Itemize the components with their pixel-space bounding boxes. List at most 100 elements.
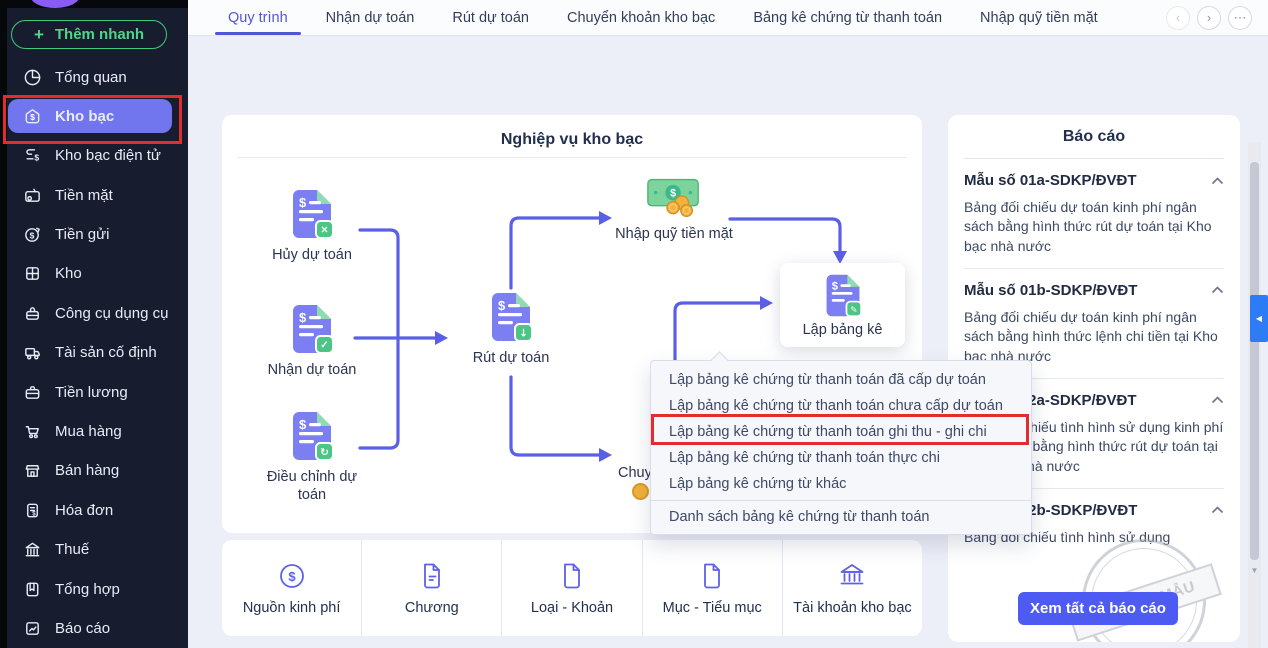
flow-node-dieu-chinh-du-toan[interactable]: ↻ Điều chỉnh dự toán (252, 410, 372, 504)
chart-icon (26, 622, 39, 635)
tab-nav-buttons: ‹ › ⋯ (1166, 5, 1268, 30)
sidebar-item-bao-cao[interactable]: Báo cáo (0, 609, 188, 648)
sidebar-item-hoa-don[interactable]: $ Hóa đơn (0, 491, 188, 530)
tabs-scroll-right-icon[interactable]: › (1197, 5, 1221, 30)
warehouse-icon (26, 267, 39, 280)
shortcut-nguon-kinh-phi[interactable]: $ Nguồn kinh phí (222, 540, 363, 636)
flow-node-rut-du-toan[interactable]: ↓ Rút dự toán (456, 291, 566, 367)
sidebar-item-label: Bán hàng (55, 462, 120, 479)
menu-item-thuc-chi[interactable]: Lập bảng kê chứng từ thanh toán thực chi (651, 445, 1031, 471)
menu-item-chua-cap-du-toan[interactable]: Lập bảng kê chứng từ thanh toán chưa cấp… (651, 393, 1031, 419)
flow-node-nhan-du-toan[interactable]: ✓ Nhận dự toán (257, 303, 367, 379)
sidebar-item-mua-hang[interactable]: Mua hàng (0, 412, 188, 451)
invoice-icon: $ (27, 503, 38, 518)
svg-text:×: × (321, 223, 328, 237)
cart-icon (25, 426, 39, 439)
quick-add-button[interactable]: + Thêm nhanh (11, 20, 167, 49)
sidebar-item-tien-gui[interactable]: $ Tiền gửi (0, 215, 188, 254)
lap-bang-ke-context-menu: Lập bảng kê chứng từ thanh toán đã cấp d… (650, 360, 1032, 535)
toolbox-icon (26, 307, 39, 320)
briefcase-icon (25, 386, 40, 399)
menu-item-danh-sach[interactable]: Danh sách bảng kê chứng từ thanh toán (651, 504, 1031, 530)
sidebar-item-kho[interactable]: Kho (0, 254, 188, 293)
bank-icon (841, 563, 864, 584)
sidebar-item-thue[interactable]: Thuế (0, 530, 188, 569)
tabs-scroll-left-icon[interactable]: ‹ (1166, 5, 1190, 30)
tab-quy-trinh[interactable]: Quy trình (215, 10, 301, 35)
view-all-reports-button[interactable]: Xem tất cả báo cáo (1018, 592, 1178, 625)
menu-item-ghi-thu-ghi-chi[interactable]: Lập bảng kê chứng từ thanh toán ghi thu … (651, 419, 1031, 445)
flow-node-label: Điều chỉnh dự toán (266, 469, 358, 504)
report-item-01a: Mẫu số 01a-SDKP/ĐVĐT Bảng đối chiếu dự t… (964, 159, 1224, 269)
shortcut-label: Tài khoản kho bạc (793, 599, 912, 616)
sidebar-item-label: Kho bạc (55, 107, 115, 125)
scroll-down-arrow-icon[interactable]: ▼ (1250, 566, 1259, 575)
svg-text:$: $ (670, 188, 676, 200)
chevron-up-icon[interactable] (1211, 396, 1224, 404)
sidebar-item-tai-san-co-dinh[interactable]: Tài sản cố định (0, 333, 188, 372)
sidebar-item-label: Báo cáo (55, 620, 111, 637)
document-lines-icon (423, 563, 440, 588)
shortcut-label: Mục - Tiểu mục (662, 599, 762, 616)
sidebar-item-tong-hop[interactable]: Tổng hợp (0, 570, 188, 609)
shortcut-muc-tieu-muc[interactable]: Mục - Tiểu mục (643, 540, 783, 636)
chevron-up-icon[interactable] (1211, 176, 1224, 185)
sidebar-item-tien-mat[interactable]: Tiền mặt (0, 176, 188, 215)
chevron-up-icon[interactable] (1211, 286, 1224, 294)
sidebar-item-label: Mua hàng (55, 423, 122, 440)
flow-node-huy-du-toan[interactable]: × Hủy dự toán (257, 188, 367, 264)
tabs-more-icon[interactable]: ⋯ (1228, 5, 1252, 30)
document-icon (704, 563, 721, 588)
tab-nhan-du-toan[interactable]: Nhận dự toán (326, 10, 415, 26)
tab-nhap-quy-tien-mat[interactable]: Nhập quỹ tiền mặt (980, 10, 1098, 26)
sidebar-item-tien-luong[interactable]: Tiền lương (0, 373, 188, 412)
quick-add-label: Thêm nhanh (54, 26, 145, 43)
sidebar-item-kho-bac-dien-tu[interactable]: $ Kho bạc điện tử (0, 136, 188, 175)
sidebar-item-label: Tiền mặt (55, 187, 113, 204)
sidebar-item-cong-cu-dung-cu[interactable]: Công cụ dụng cụ (0, 294, 188, 333)
report-code: Mẫu số 01a-SDKP/ĐVĐT (964, 172, 1137, 189)
sidebar-item-label: Hóa đơn (55, 502, 114, 519)
flow-title-divider (237, 157, 907, 158)
sidebar-item-label: Tài sản cố định (55, 344, 157, 361)
sidebar-item-kho-bac[interactable]: $ Kho bạc (8, 99, 172, 133)
report-code-row[interactable]: Mẫu số 01a-SDKP/ĐVĐT (964, 172, 1224, 189)
sidebar-item-ban-hang[interactable]: Bán hàng (0, 451, 188, 490)
menu-item-chung-tu-khac[interactable]: Lập bảng kê chứng từ khác (651, 471, 1031, 497)
sidebar-item-label: Tổng hợp (55, 581, 120, 598)
truck-icon (25, 347, 40, 360)
tab-chuyen-khoan-kho-bac[interactable]: Chuyển khoản kho bạc (567, 10, 715, 26)
tab-bang-ke-chung-tu[interactable]: Bảng kê chứng từ thanh toán (753, 10, 942, 26)
menu-divider (651, 500, 1031, 501)
flow-node-label: Hủy dự toán (272, 247, 352, 263)
flow-node-lap-bang-ke[interactable]: ✎ Lập bảng kê (780, 263, 905, 347)
sidebar-item-tong-quan[interactable]: Tổng quan (0, 58, 188, 97)
svg-text:↓: ↓ (519, 328, 528, 340)
svg-text:✓: ✓ (320, 340, 328, 351)
sidebar-item-label: Tổng quan (55, 69, 127, 86)
chevron-up-icon[interactable] (1211, 506, 1224, 514)
report-code: Mẫu số 01b-SDKP/ĐVĐT (964, 281, 1138, 299)
treasury-icon: $ (25, 108, 40, 123)
document-download-icon: ↓ (488, 291, 533, 342)
wallet-icon (25, 188, 40, 202)
sidebar-item-label: Thuế (55, 541, 90, 558)
store-icon (25, 465, 40, 477)
sidebar-top-strip (0, 0, 188, 8)
shortcut-loai-khoan[interactable]: Loại - Khoản (502, 540, 643, 636)
shortcut-chuong[interactable]: Chương (362, 540, 503, 636)
e-treasury-icon: $ (26, 149, 39, 162)
pie-chart-icon (24, 69, 41, 86)
report-desc: Bảng đối chiếu dự toán kinh phí ngân sác… (964, 308, 1218, 364)
panel-collapse-handle[interactable]: ◀ (1250, 295, 1268, 342)
menu-item-da-cap-du-toan[interactable]: Lập bảng kê chứng từ thanh toán đã cấp d… (651, 367, 1031, 393)
flow-node-nhap-quy-tien-mat[interactable]: $ Nhập quỹ tiền mặt (614, 175, 734, 243)
sidebar: + Thêm nhanh Tổng quan $ Kho bạc $ Kho b… (0, 0, 188, 648)
sidebar-item-label: Kho bạc điện tử (55, 147, 161, 164)
page-scrollbar-thumb[interactable] (1250, 162, 1259, 560)
coin-icon-fragment (632, 483, 649, 500)
report-code-row[interactable]: Mẫu số 01b-SDKP/ĐVĐT (964, 282, 1224, 299)
shortcut-tai-khoan-kho-bac[interactable]: Tài khoản kho bạc (783, 540, 922, 636)
svg-text:$: $ (288, 569, 296, 584)
tab-rut-du-toan[interactable]: Rút dự toán (452, 10, 529, 26)
